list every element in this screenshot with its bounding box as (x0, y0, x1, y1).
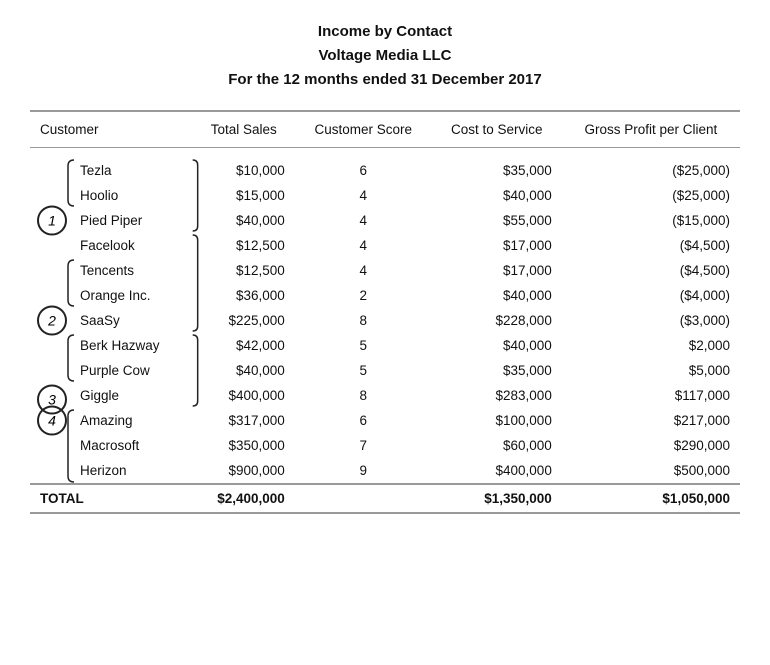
table-row: Tezla$10,0006$35,000($25,000) (30, 158, 740, 183)
table-wrapper: Customer Total Sales Customer Score Cost… (30, 110, 740, 514)
cell-total-sales: $900,000 (193, 458, 295, 484)
cell-customer-score: 4 (295, 233, 432, 258)
cell-customer: Macrosoft (30, 433, 193, 458)
table-row: Berk Hazway$42,0005$40,000$2,000 (30, 333, 740, 358)
cell-total-sales: $15,000 (193, 183, 295, 208)
cell-customer: SaaSy (30, 308, 193, 333)
cell-total-sales: $40,000 (193, 208, 295, 233)
report-title-line1: Income by Contact (30, 20, 740, 44)
cell-customer: Amazing (30, 408, 193, 433)
cell-gross-profit: $2,000 (562, 333, 740, 358)
table-row: Giggle$400,0008$283,000$117,000 (30, 383, 740, 408)
table-row: Macrosoft$350,0007$60,000$290,000 (30, 433, 740, 458)
cell-customer: Facelook (30, 233, 193, 258)
col-header-gross-profit: Gross Profit per Client (562, 111, 740, 148)
cell-cost-to-service: $400,000 (432, 458, 562, 484)
col-header-total-sales: Total Sales (193, 111, 295, 148)
cell-customer-score: 8 (295, 308, 432, 333)
cell-gross-profit: ($4,500) (562, 233, 740, 258)
table-row: Hoolio$15,0004$40,000($25,000) (30, 183, 740, 208)
cell-total-sales: $10,000 (193, 158, 295, 183)
cell-cost-to-service: $17,000 (432, 233, 562, 258)
cell-total-sales: $317,000 (193, 408, 295, 433)
cell-customer-score: 7 (295, 433, 432, 458)
total-cost: $1,350,000 (432, 484, 562, 513)
cell-total-sales: $42,000 (193, 333, 295, 358)
cell-total-sales: $400,000 (193, 383, 295, 408)
cell-customer-score: 6 (295, 158, 432, 183)
cell-customer-score: 4 (295, 183, 432, 208)
table-body: Tezla$10,0006$35,000($25,000)Hoolio$15,0… (30, 158, 740, 484)
cell-customer-score: 6 (295, 408, 432, 433)
cell-total-sales: $12,500 (193, 258, 295, 283)
cell-customer: Orange Inc. (30, 283, 193, 308)
table-row: Tencents$12,5004$17,000($4,500) (30, 258, 740, 283)
cell-gross-profit: ($4,000) (562, 283, 740, 308)
cell-customer: Tezla (30, 158, 193, 183)
cell-gross-profit: ($15,000) (562, 208, 740, 233)
cell-customer: Herizon (30, 458, 193, 484)
cell-customer: Pied Piper (30, 208, 193, 233)
cell-cost-to-service: $100,000 (432, 408, 562, 433)
report-title-line2: Voltage Media LLC (30, 44, 740, 68)
table-row: Amazing$317,0006$100,000$217,000 (30, 408, 740, 433)
cell-cost-to-service: $40,000 (432, 333, 562, 358)
cell-cost-to-service: $35,000 (432, 358, 562, 383)
cell-cost-to-service: $17,000 (432, 258, 562, 283)
total-profit: $1,050,000 (562, 484, 740, 513)
cell-total-sales: $12,500 (193, 233, 295, 258)
col-header-customer: Customer (30, 111, 193, 148)
cell-gross-profit: ($3,000) (562, 308, 740, 333)
cell-customer-score: 5 (295, 358, 432, 383)
cell-customer-score: 4 (295, 208, 432, 233)
table-row: Herizon$900,0009$400,000$500,000 (30, 458, 740, 484)
total-score (295, 484, 432, 513)
cell-customer-score: 8 (295, 383, 432, 408)
cell-customer-score: 9 (295, 458, 432, 484)
cell-gross-profit: ($4,500) (562, 258, 740, 283)
cell-customer: Tencents (30, 258, 193, 283)
cell-cost-to-service: $283,000 (432, 383, 562, 408)
cell-gross-profit: $290,000 (562, 433, 740, 458)
cell-cost-to-service: $40,000 (432, 183, 562, 208)
table-header-row: Customer Total Sales Customer Score Cost… (30, 111, 740, 148)
cell-total-sales: $36,000 (193, 283, 295, 308)
cell-total-sales: $350,000 (193, 433, 295, 458)
cell-cost-to-service: $228,000 (432, 308, 562, 333)
total-row: TOTAL $2,400,000 $1,350,000 $1,050,000 (30, 484, 740, 513)
cell-cost-to-service: $40,000 (432, 283, 562, 308)
cell-total-sales: $225,000 (193, 308, 295, 333)
total-sales: $2,400,000 (193, 484, 295, 513)
cell-gross-profit: $5,000 (562, 358, 740, 383)
cell-customer: Purple Cow (30, 358, 193, 383)
cell-cost-to-service: $55,000 (432, 208, 562, 233)
total-label: TOTAL (30, 484, 193, 513)
table-row: SaaSy$225,0008$228,000($3,000) (30, 308, 740, 333)
cell-cost-to-service: $35,000 (432, 158, 562, 183)
cell-customer: Hoolio (30, 183, 193, 208)
table-row: Pied Piper$40,0004$55,000($15,000) (30, 208, 740, 233)
table-row: Facelook$12,5004$17,000($4,500) (30, 233, 740, 258)
col-header-customer-score: Customer Score (295, 111, 432, 148)
cell-gross-profit: $217,000 (562, 408, 740, 433)
income-table: Customer Total Sales Customer Score Cost… (30, 110, 740, 514)
cell-gross-profit: ($25,000) (562, 158, 740, 183)
cell-gross-profit: $500,000 (562, 458, 740, 484)
cell-customer: Giggle (30, 383, 193, 408)
col-header-cost-to-service: Cost to Service (432, 111, 562, 148)
table-row: Purple Cow$40,0005$35,000$5,000 (30, 358, 740, 383)
cell-cost-to-service: $60,000 (432, 433, 562, 458)
cell-gross-profit: ($25,000) (562, 183, 740, 208)
cell-customer-score: 4 (295, 258, 432, 283)
table-row: Orange Inc.$36,0002$40,000($4,000) (30, 283, 740, 308)
cell-total-sales: $40,000 (193, 358, 295, 383)
cell-gross-profit: $117,000 (562, 383, 740, 408)
cell-customer: Berk Hazway (30, 333, 193, 358)
cell-customer-score: 5 (295, 333, 432, 358)
cell-customer-score: 2 (295, 283, 432, 308)
report-header: Income by Contact Voltage Media LLC For … (30, 20, 740, 92)
report-title-line3: For the 12 months ended 31 December 2017 (30, 68, 740, 92)
